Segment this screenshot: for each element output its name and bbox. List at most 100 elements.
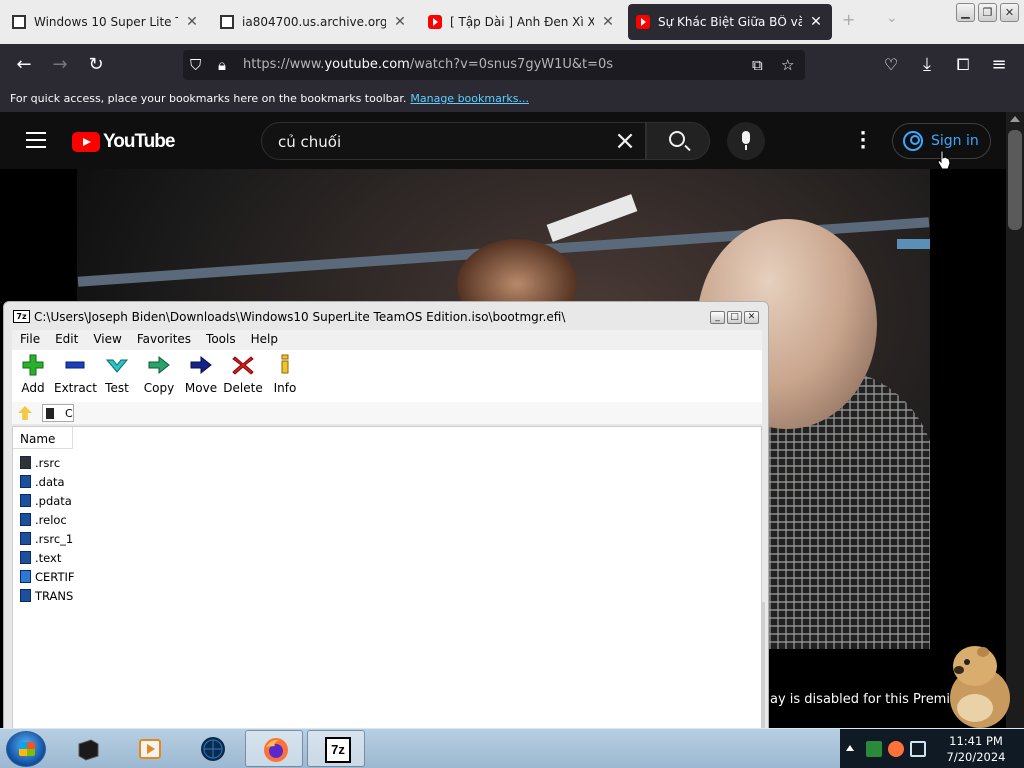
extract-button[interactable]: Extract: [54, 350, 97, 402]
tab-title: Windows 10 Super Lite Team: [34, 15, 178, 29]
start-button[interactable]: [6, 731, 46, 767]
more-options-icon[interactable]: · · ·: [855, 125, 871, 157]
file-icon: [20, 589, 31, 602]
menu-tools[interactable]: Tools: [198, 330, 243, 350]
test-icon: [105, 359, 129, 373]
back-arrow-icon[interactable]: ←: [11, 52, 37, 78]
window-title-bar[interactable]: 7z C:\Users\Joseph Biden\Downloads\Windo…: [4, 302, 768, 330]
extract-label: Extract: [54, 381, 97, 395]
taskbar-app-globe[interactable]: [183, 730, 241, 767]
list-item[interactable]: TRANS: [13, 586, 74, 605]
taskbar-app-media-player[interactable]: [120, 730, 178, 767]
picture-in-picture-icon[interactable]: ⧉: [752, 56, 763, 74]
browser-tab-4-active[interactable]: Sự Khác Biệt Giữa BỐ và MẸ ✕: [628, 4, 832, 40]
firefox-tray-icon[interactable]: [888, 741, 904, 757]
firefox-icon: [264, 738, 288, 762]
manage-bookmarks-link[interactable]: Manage bookmarks...: [410, 92, 529, 105]
list-item[interactable]: .pdata: [13, 491, 74, 510]
menu-favorites[interactable]: Favorites: [129, 330, 198, 350]
youtube-play-icon: [72, 132, 100, 152]
info-button[interactable]: Info: [264, 350, 306, 402]
list-all-tabs-icon[interactable]: ⌄: [886, 10, 898, 26]
copy-icon: [148, 355, 170, 375]
scrollbar-thumb[interactable]: [1008, 130, 1022, 230]
url-text[interactable]: https://www.youtube.com/watch?v=0snus7gy…: [243, 57, 613, 72]
column-header-name[interactable]: Name: [13, 427, 73, 449]
extensions-icon[interactable]: ⧠: [950, 52, 976, 78]
taskbar-app-terminal[interactable]: [58, 730, 116, 767]
taskbar-app-7zip[interactable]: 7z: [307, 730, 365, 767]
test-button[interactable]: Test: [96, 350, 138, 402]
downloads-icon[interactable]: ⤓: [914, 52, 940, 78]
terminal-icon: [78, 739, 99, 761]
move-label: Move: [184, 381, 218, 395]
browser-tab-1[interactable]: Windows 10 Super Lite Team ✕: [4, 4, 208, 40]
drive-icon: [46, 408, 54, 419]
list-item[interactable]: .rsrc: [13, 453, 74, 472]
7zip-file-manager-window: 7z C:\Users\Joseph Biden\Downloads\Windo…: [3, 301, 769, 732]
menu-edit[interactable]: Edit: [47, 330, 85, 350]
close-tab-icon[interactable]: ✕: [392, 14, 408, 30]
lock-icon[interactable]: 🔒︎: [218, 56, 226, 74]
info-icon: [281, 354, 289, 374]
close-tab-icon[interactable]: ✕: [808, 14, 824, 30]
tray-app-icon[interactable]: [866, 741, 882, 757]
browser-tab-3[interactable]: [ Tập Dài ] Anh Đen Xì Xì Trọ ✕: [420, 4, 624, 40]
shield-icon[interactable]: ⛉: [190, 56, 201, 74]
list-item[interactable]: .reloc: [13, 510, 74, 529]
test-label: Test: [105, 381, 129, 395]
copy-button[interactable]: Copy: [138, 350, 180, 402]
move-button[interactable]: Move: [180, 350, 222, 402]
list-item[interactable]: CERTIF: [13, 567, 74, 586]
scroll-up-icon[interactable]: [1010, 116, 1020, 122]
forward-arrow-icon[interactable]: →: [47, 52, 73, 78]
taskbar-app-firefox[interactable]: [245, 730, 303, 767]
file-icon: [20, 513, 31, 526]
file-icon: [20, 494, 31, 507]
menu-file[interactable]: File: [12, 330, 47, 350]
show-hidden-icons-icon[interactable]: [846, 745, 854, 751]
voice-search-icon[interactable]: [727, 122, 765, 160]
minimize-window-button[interactable]: ▁: [956, 3, 975, 22]
close-tab-icon[interactable]: ✕: [600, 14, 616, 30]
page-scrollbar[interactable]: [1006, 112, 1024, 728]
folder-up-icon[interactable]: [18, 406, 32, 420]
system-tray: 11:41 PM 7/20/2024: [840, 729, 1024, 768]
list-scrollbar[interactable]: [761, 602, 765, 730]
restore-window-button[interactable]: ❐: [978, 3, 997, 22]
minimize-window-button[interactable]: _: [710, 311, 725, 324]
pocket-icon[interactable]: ♡: [878, 52, 904, 78]
add-button[interactable]: Add: [12, 350, 54, 402]
close-window-button[interactable]: ✕: [1000, 3, 1019, 22]
hamburger-menu-icon[interactable]: [26, 132, 46, 148]
7zip-icon: 7z: [325, 737, 351, 763]
maximize-window-button[interactable]: □: [727, 311, 742, 324]
menu-view[interactable]: View: [85, 330, 128, 350]
path-combobox[interactable]: C: [42, 404, 74, 422]
reload-icon[interactable]: ↻: [83, 52, 109, 78]
search-input[interactable]: củ chuối ×: [261, 122, 646, 160]
app-menu-icon[interactable]: ≡: [986, 52, 1012, 78]
search-icon: [669, 131, 685, 147]
url-bar[interactable]: ⛉ 🔒︎ https://www.youtube.com/watch?v=0sn…: [183, 50, 805, 80]
youtube-logo[interactable]: YouTube: [72, 131, 175, 153]
clock[interactable]: 11:41 PM 7/20/2024: [932, 733, 1020, 765]
browser-tab-2[interactable]: ia804700.us.archive.org/12/i ✕: [212, 4, 416, 40]
network-icon[interactable]: [910, 741, 926, 757]
sign-in-label: Sign in: [931, 133, 979, 149]
file-name: .reloc: [35, 512, 67, 527]
close-tab-icon[interactable]: ✕: [184, 14, 200, 30]
bookmark-star-icon[interactable]: ☆: [781, 56, 794, 74]
list-item[interactable]: .data: [13, 472, 74, 491]
close-window-button[interactable]: ✕: [744, 311, 759, 324]
delete-button[interactable]: Delete: [222, 350, 264, 402]
clear-search-icon[interactable]: ×: [609, 125, 641, 157]
tab-title: Sự Khác Biệt Giữa BỐ và MẸ: [658, 15, 802, 29]
delete-icon: [232, 356, 254, 375]
list-item[interactable]: .text: [13, 548, 74, 567]
file-icon: [20, 532, 31, 545]
search-button[interactable]: [646, 122, 710, 160]
new-tab-icon[interactable]: +: [842, 10, 855, 29]
menu-help[interactable]: Help: [243, 330, 285, 350]
list-item[interactable]: .rsrc_1: [13, 529, 74, 548]
